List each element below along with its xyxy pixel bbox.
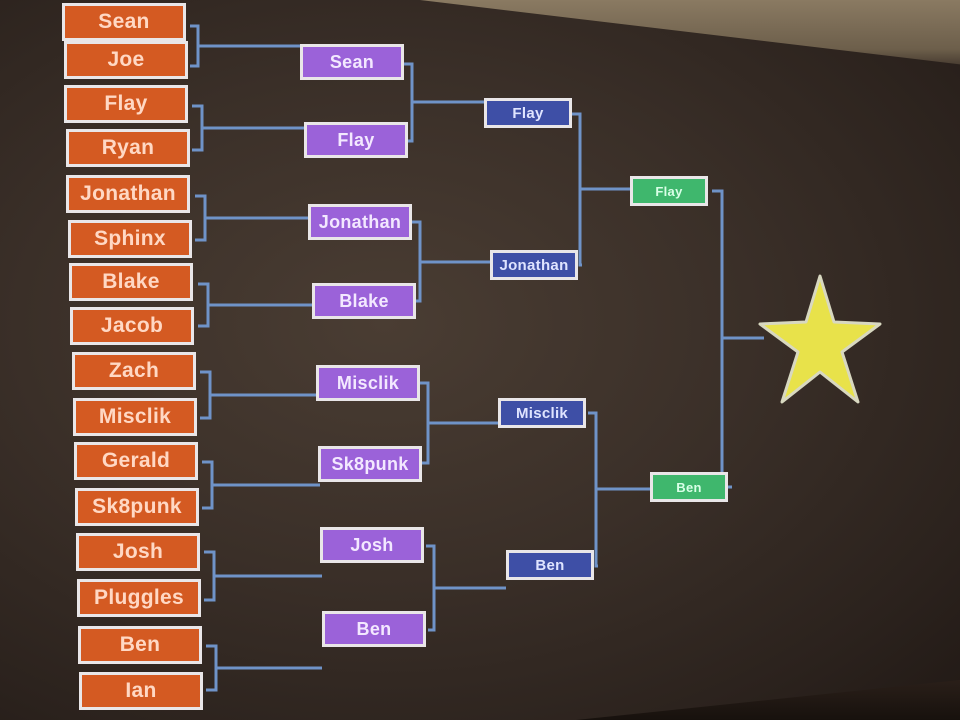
star-icon [758,274,882,404]
final-slot: Flay [630,176,708,206]
round2-slot: Ben [322,611,426,647]
round1-slot: Ryan [66,129,190,167]
round2-slot: Blake [312,283,416,319]
semifinal-slot: Ben [506,550,594,580]
round2-slot: Josh [320,527,424,563]
round1-slot: Sphinx [68,220,192,258]
round1-slot: Zach [72,352,196,390]
round1-slot: Joe [64,41,188,79]
round2-slot: Jonathan [308,204,412,240]
round1-slot: Josh [76,533,200,571]
round1-slot: Gerald [74,442,198,480]
semifinal-slot: Jonathan [490,250,578,280]
round1-slot: Sk8punk [75,488,199,526]
round1-slot: Blake [69,263,193,301]
round1-slot: Ian [79,672,203,710]
semifinal-slot: Misclik [498,398,586,428]
round1-slot: Pluggles [77,579,201,617]
round1-slot: Flay [64,85,188,123]
round2-slot: Sean [300,44,404,80]
round2-slot: Sk8punk [318,446,422,482]
round1-slot: Ben [78,626,202,664]
semifinal-slot: Flay [484,98,572,128]
round1-slot: Sean [62,3,186,41]
round1-slot: Jacob [70,307,194,345]
round2-slot: Flay [304,122,408,158]
round2-slot: Misclik [316,365,420,401]
round1-slot: Misclik [73,398,197,436]
round1-slot: Jonathan [66,175,190,213]
final-slot: Ben [650,472,728,502]
